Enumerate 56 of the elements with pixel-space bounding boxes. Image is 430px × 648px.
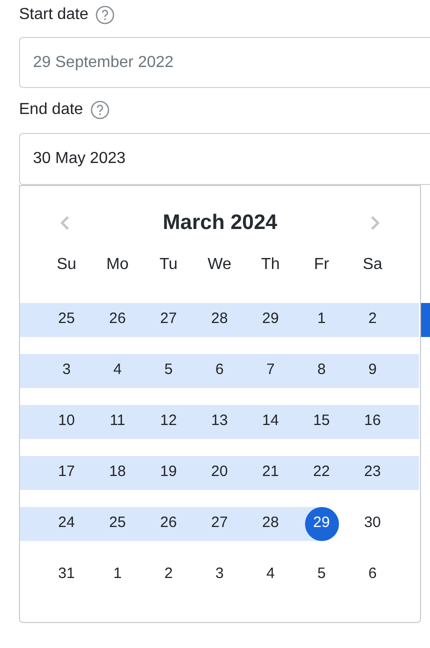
day-cell[interactable]: 9: [347, 354, 419, 388]
month-title: March 2024: [162, 210, 278, 236]
day-cell[interactable]: 23: [347, 456, 419, 490]
day-cell[interactable]: 28: [194, 302, 245, 336]
weekday-label: Th: [261, 255, 280, 275]
day-cell[interactable]: 11: [92, 404, 143, 438]
date-field[interactable]: 30 May 2023: [19, 133, 430, 185]
weekday-label: Fr: [314, 255, 330, 275]
day-cell[interactable]: 2: [347, 302, 419, 336]
day-cell[interactable]: 25: [92, 506, 143, 540]
day-cell[interactable]: 29: [245, 302, 296, 336]
day-cell[interactable]: 15: [296, 404, 347, 438]
weekday-label: Su: [56, 255, 76, 275]
day-cell[interactable]: 4: [245, 558, 296, 592]
field-label: End date: [19, 100, 84, 120]
day-cell[interactable]: 1: [92, 558, 143, 592]
day-cell[interactable]: 12: [143, 404, 194, 438]
day-cell[interactable]: 8: [296, 354, 347, 388]
day-cell[interactable]: 31: [20, 558, 92, 592]
weekday-label: Tu: [159, 255, 178, 275]
weekday-label: Sa: [362, 255, 382, 275]
day-cell[interactable]: 1: [296, 302, 347, 336]
help-icon[interactable]: [90, 100, 110, 120]
field-label: Start date: [19, 5, 88, 25]
day-cell[interactable]: 17: [20, 456, 92, 490]
day-cell[interactable]: 30: [347, 506, 419, 540]
day-cell[interactable]: 27: [143, 302, 194, 336]
weekday-label: We: [208, 255, 232, 275]
weekday-label: Mo: [106, 255, 129, 275]
day-cell[interactable]: 7: [245, 354, 296, 388]
day-cell[interactable]: 24: [20, 506, 92, 540]
help-icon[interactable]: [95, 5, 116, 25]
day-cell[interactable]: 21: [245, 456, 296, 490]
day-cell[interactable]: 6: [347, 558, 419, 592]
day-cell[interactable]: 13: [194, 404, 245, 438]
day-cell[interactable]: 25: [20, 302, 92, 336]
day-cell[interactable]: 26: [92, 302, 143, 336]
day-cell[interactable]: 4: [92, 354, 143, 388]
day-cell[interactable]: 19: [143, 456, 194, 490]
day-cell[interactable]: 28: [245, 506, 296, 540]
day-cell[interactable]: 20: [194, 456, 245, 490]
day-cell[interactable]: 2: [143, 558, 194, 592]
day-cell[interactable]: 5: [143, 354, 194, 388]
day-cell[interactable]: 3: [20, 354, 92, 388]
day-cell[interactable]: 22: [296, 456, 347, 490]
day-cell[interactable]: 3: [194, 558, 245, 592]
day-cell[interactable]: 14: [245, 404, 296, 438]
day-cell[interactable]: 16: [347, 404, 419, 438]
chevron-right-icon[interactable]: [368, 215, 382, 231]
day-cell[interactable]: 26: [143, 506, 194, 540]
day-cell[interactable]: 5: [296, 558, 347, 592]
day-cell[interactable]: 6: [194, 354, 245, 388]
day-cell[interactable]: 27: [194, 506, 245, 540]
day-cell[interactable]: 10: [20, 404, 92, 438]
chevron-left-icon[interactable]: [58, 215, 72, 231]
day-cell[interactable]: 18: [92, 456, 143, 490]
